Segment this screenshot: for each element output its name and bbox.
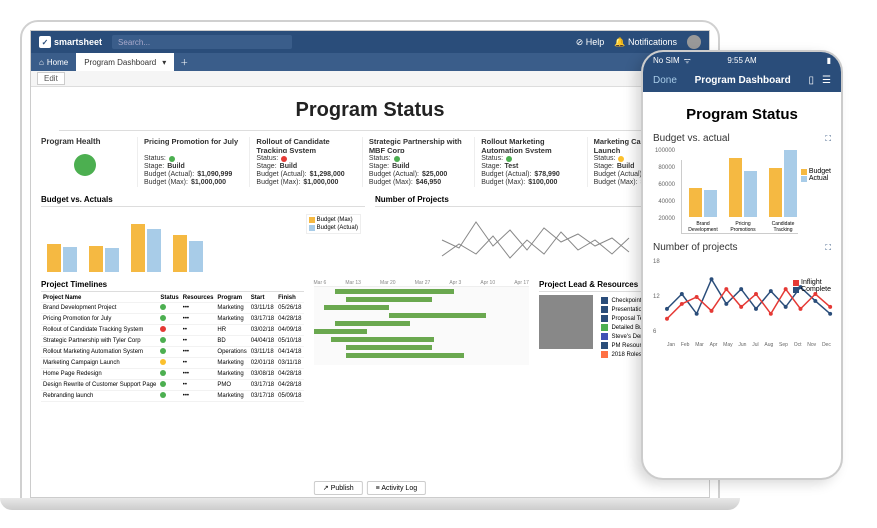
laptop-frame: ✓ smartsheet ⊘ Help 🔔 Notifications ⌂Hom… xyxy=(20,20,720,500)
top-bar: ✓ smartsheet ⊘ Help 🔔 Notifications xyxy=(31,31,709,53)
brand-text: smartsheet xyxy=(54,37,102,47)
avatar[interactable] xyxy=(687,35,701,49)
publish-button[interactable]: ↗ Publish xyxy=(314,481,363,495)
brand-logo[interactable]: ✓ smartsheet xyxy=(39,36,102,48)
nav-title: Program Dashboard xyxy=(685,75,801,86)
table-row[interactable]: Pricing Promotion for July•••Marketing03… xyxy=(41,314,304,325)
device-icon[interactable]: ▯ xyxy=(809,75,815,86)
table-row[interactable]: Marketing Campaign Launch••Marketing02/0… xyxy=(41,358,304,369)
chevron-down-icon[interactable]: ▾ xyxy=(162,58,166,67)
menu-icon[interactable]: ☰ xyxy=(822,75,831,86)
lead-photo xyxy=(539,295,593,349)
card-title: Rollout Marketing Automation System xyxy=(481,137,580,153)
check-icon: ✓ xyxy=(39,36,51,48)
card-title: Pricing Promotion for July xyxy=(144,137,243,153)
search-input[interactable] xyxy=(112,35,292,49)
chart-title: Budget vs. Actuals xyxy=(41,195,365,207)
widget-title: Project Timelines xyxy=(41,280,304,292)
page-title: Program Status xyxy=(41,93,699,128)
status-dot-icon xyxy=(394,156,400,162)
section-title: Number of projects ⛶ xyxy=(653,242,831,253)
dashboard-canvas: Program Status Program Health Pricing Pr… xyxy=(31,87,709,497)
chart-legend: Budget Actual xyxy=(801,168,831,182)
tab-add-button[interactable]: ＋ xyxy=(174,57,194,68)
status-dot-icon xyxy=(618,156,624,162)
table-row[interactable]: Rollout of Candidate Tracking System••HR… xyxy=(41,325,304,336)
footer-actions: ↗ Publish ≡ Activity Log xyxy=(314,481,426,495)
phone-line-chart: 18126 Inflight Complete JanFebMarAprMayJ… xyxy=(653,259,831,349)
carrier-label: No SIM xyxy=(653,56,680,65)
timelines-widget: Project Timelines Project NameStatusReso… xyxy=(41,280,304,402)
phone-status-bar: No SIM ᯤ 9:55 AM ▮ xyxy=(643,52,841,68)
toolbar: Edit xyxy=(31,71,709,87)
wifi-icon: ᯤ xyxy=(684,55,691,66)
phone-frame: No SIM ᯤ 9:55 AM ▮ Done Program Dashboar… xyxy=(641,50,843,480)
phone-bar-chart: 10000080000600004000020000 Brand Develop… xyxy=(653,148,831,234)
table-row[interactable]: Strategic Partnership with Tyler Corp••B… xyxy=(41,336,304,347)
table-row[interactable]: Design Rewrite of Customer Support Page•… xyxy=(41,380,304,391)
tab-bar: ⌂Home Program Dashboard▾ ＋ xyxy=(31,53,709,71)
table-row[interactable]: Rebranding launch•••Marketing03/17/1805/… xyxy=(41,391,304,402)
timelines-table: Project NameStatusResourcesProgramStartF… xyxy=(41,294,304,402)
project-card[interactable]: Rollout of Candidate Tracking System Sta… xyxy=(249,137,361,187)
page-title: Program Status xyxy=(653,100,831,129)
budget-chart: Budget vs. Actuals Budget (Max) Budget (… xyxy=(41,195,365,272)
health-indicator-icon xyxy=(74,154,96,176)
status-dot-icon xyxy=(169,156,175,162)
clock: 9:55 AM xyxy=(727,56,756,65)
program-health-label: Program Health xyxy=(41,137,129,146)
expand-icon[interactable]: ⛶ xyxy=(825,243,831,253)
expand-icon[interactable]: ⛶ xyxy=(825,134,831,144)
gantt-chart: Mar 6Mar 13Mar 20Mar 27Apr 3Apr 10Apr 17 xyxy=(314,280,530,402)
status-dot-icon xyxy=(281,156,287,162)
kpi-row: Program Health Pricing Promotion for Jul… xyxy=(41,137,699,187)
table-row[interactable]: Home Page Redesign•••Marketing03/08/1804… xyxy=(41,369,304,380)
project-card[interactable]: Strategic Partnership with MBF Corp Stat… xyxy=(362,137,474,187)
battery-icon: ▮ xyxy=(827,56,831,65)
phone-nav-bar: Done Program Dashboard ▯ ☰ xyxy=(643,68,841,92)
activity-log-button[interactable]: ≡ Activity Log xyxy=(367,481,426,495)
program-health-widget: Program Health xyxy=(41,137,129,187)
done-button[interactable]: Done xyxy=(653,75,677,86)
table-row[interactable]: Rollout Marketing Automation System•••Op… xyxy=(41,347,304,358)
card-title: Strategic Partnership with MBF Corp xyxy=(369,137,468,153)
chart-legend: Budget (Max) Budget (Actual) xyxy=(306,214,361,234)
edit-button[interactable]: Edit xyxy=(37,72,65,85)
project-card[interactable]: Rollout Marketing Automation System Stat… xyxy=(474,137,586,187)
project-card[interactable]: Pricing Promotion for July Status: Stage… xyxy=(137,137,249,187)
help-link[interactable]: ⊘ Help xyxy=(576,37,605,48)
status-dot-icon xyxy=(506,156,512,162)
tab-home[interactable]: ⌂Home xyxy=(31,58,76,67)
section-title: Budget vs. actual ⛶ xyxy=(653,133,831,144)
home-icon: ⌂ xyxy=(39,58,44,67)
card-title: Rollout of Candidate Tracking System xyxy=(256,137,355,153)
notifications-link[interactable]: 🔔 Notifications xyxy=(614,37,677,48)
chart-legend: Inflight Complete xyxy=(793,279,831,293)
tab-dashboard[interactable]: Program Dashboard▾ xyxy=(76,53,174,71)
table-row[interactable]: Brand Development Project•••Marketing03/… xyxy=(41,303,304,314)
bar-chart-area: Budget (Max) Budget (Actual) xyxy=(41,210,365,272)
search-field[interactable] xyxy=(112,35,292,49)
